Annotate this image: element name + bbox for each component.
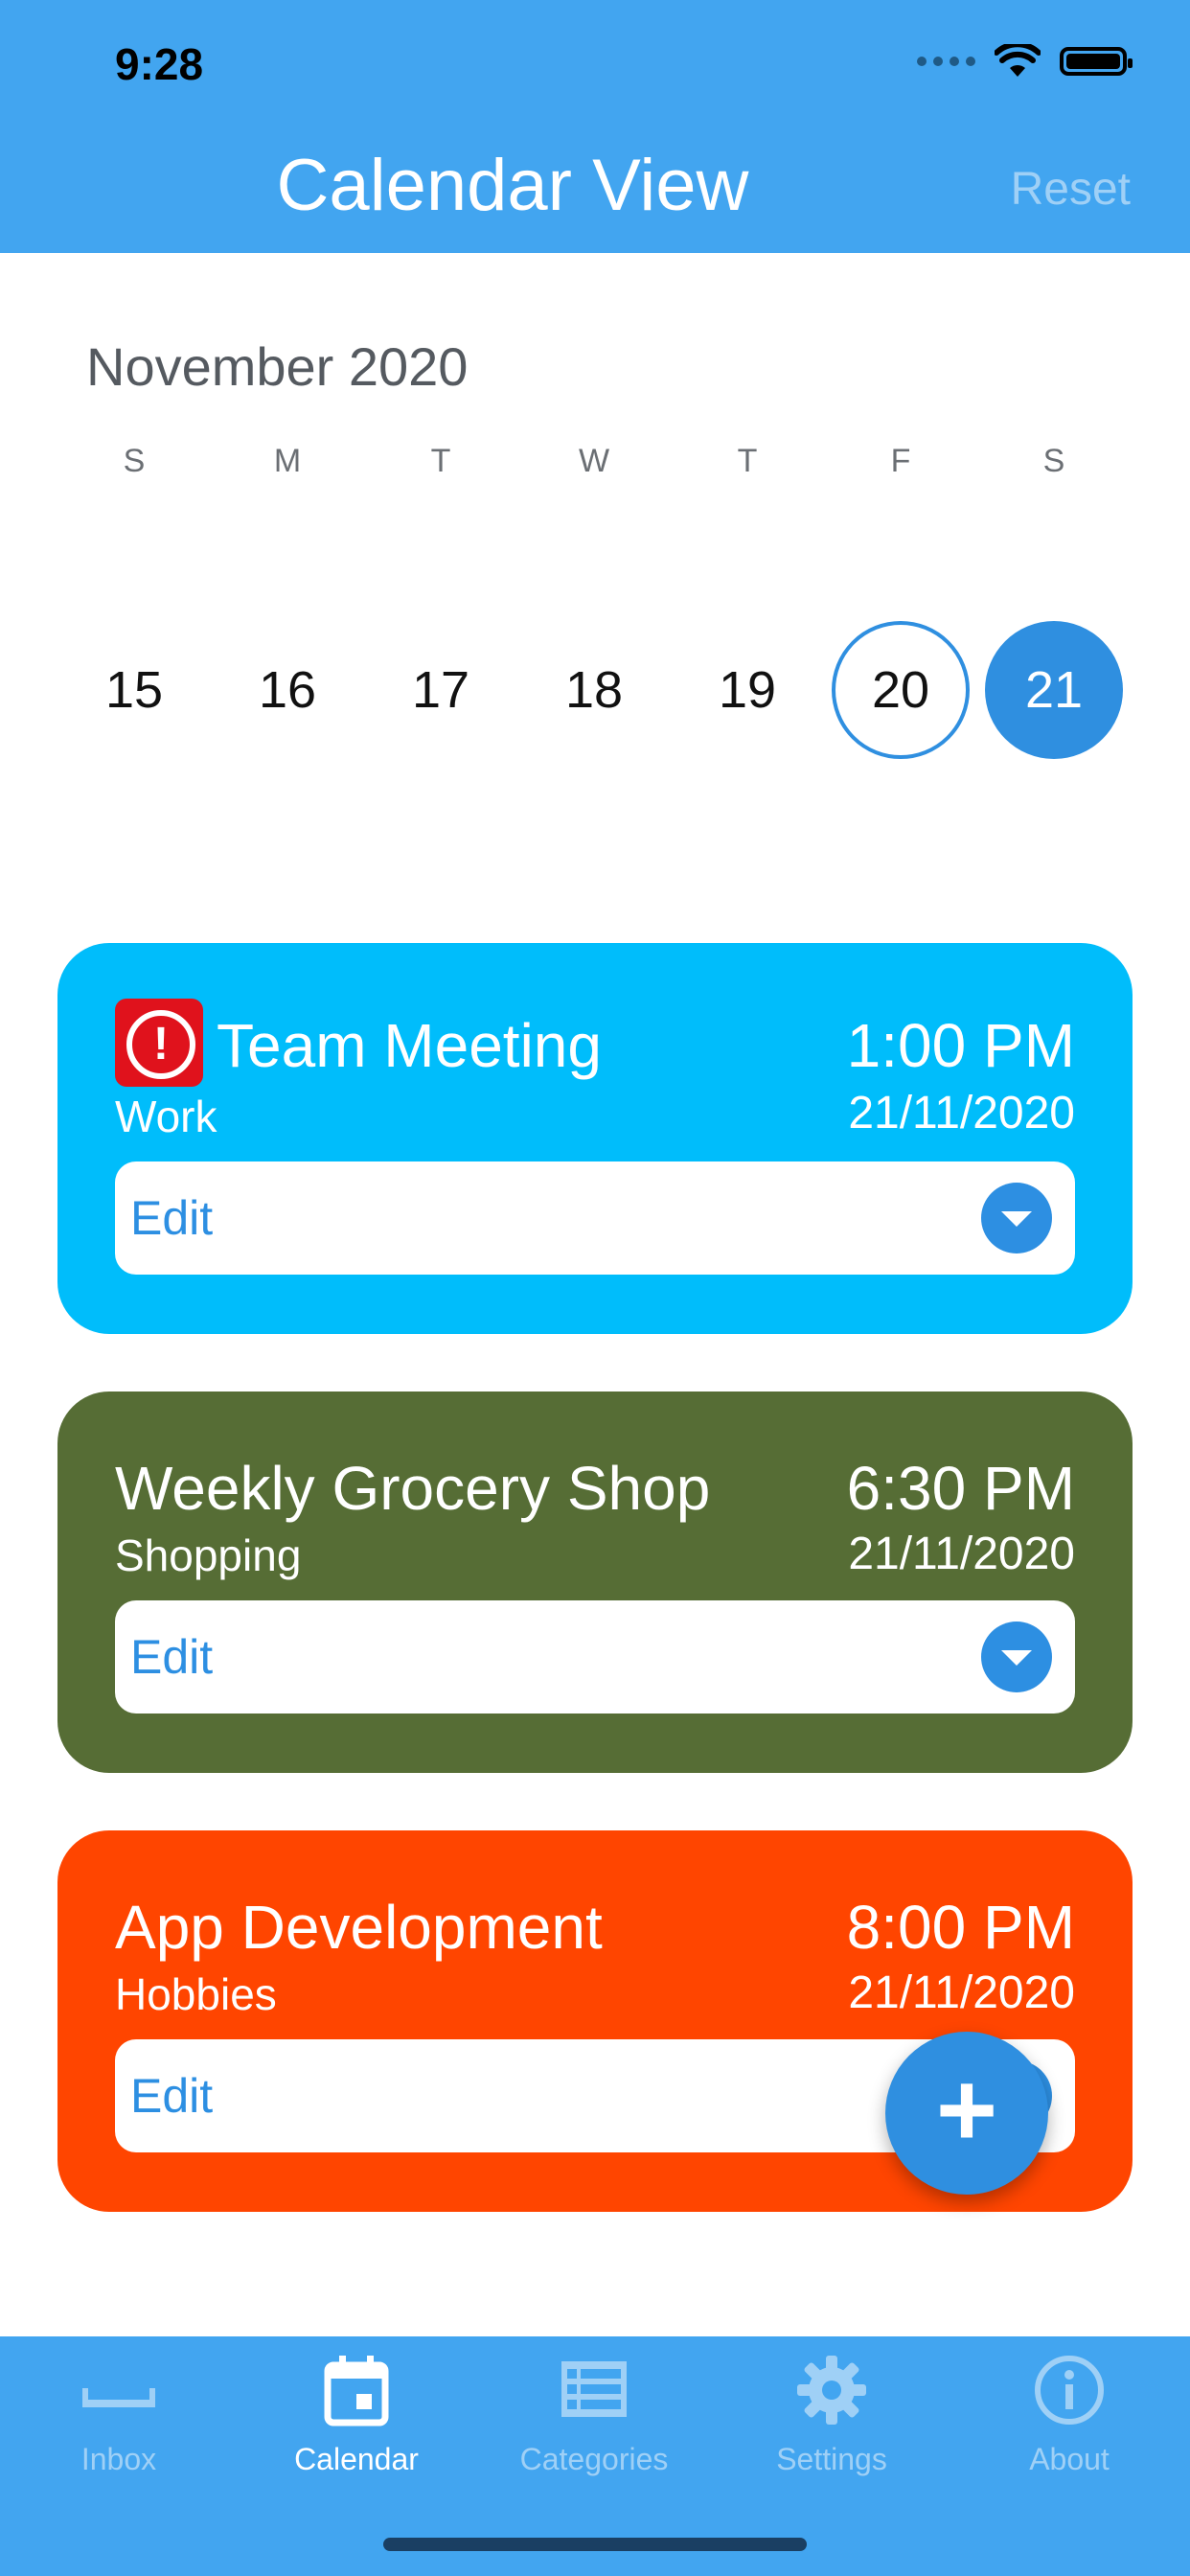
weekday-label: M	[273, 443, 302, 479]
day-cell[interactable]: 18	[517, 621, 671, 759]
page-title: Calendar View	[276, 145, 749, 226]
edit-label: Edit	[130, 1630, 214, 1684]
weekday-label: S	[123, 443, 146, 479]
month-label: November 2020	[86, 336, 469, 397]
event-card[interactable]: ! Team Meeting Work 1:00 PM 21/11/2020 E…	[57, 943, 1133, 1334]
weekday-label: T	[737, 443, 758, 479]
signal-icon	[917, 57, 975, 66]
edit-bar[interactable]: Edit	[115, 1600, 1075, 1714]
weekday-label: T	[430, 443, 451, 479]
status-time: 9:28	[115, 39, 204, 89]
event-date: 21/11/2020	[848, 1967, 1075, 2018]
week-days-row: 15 16 17 18 19 20 21	[57, 621, 1131, 759]
day-cell[interactable]: 16	[211, 621, 364, 759]
day-cell-selected[interactable]: 21	[977, 621, 1131, 759]
event-date: 21/11/2020	[848, 1088, 1075, 1138]
navigation-header: 9:28 Calendar View Reset	[0, 0, 1190, 253]
info-icon	[1035, 2356, 1104, 2425]
list-icon	[561, 2361, 627, 2417]
tab-label: Settings	[776, 2442, 887, 2476]
reset-button[interactable]: Reset	[1011, 163, 1131, 216]
event-title: Weekly Grocery Shop	[115, 1454, 711, 1523]
edit-label: Edit	[130, 1191, 214, 1245]
event-date: 21/11/2020	[848, 1529, 1075, 1579]
tab-label: About	[1029, 2442, 1110, 2476]
gear-icon	[797, 2356, 866, 2425]
tab-label: Inbox	[80, 2442, 157, 2476]
event-category: Shopping	[115, 1530, 302, 1580]
tab-inbox[interactable]: Inbox	[0, 2336, 238, 2509]
status-icons	[917, 44, 1133, 79]
event-time: 8:00 PM	[846, 1893, 1075, 1962]
add-event-button[interactable]: +	[885, 2032, 1048, 2195]
chevron-down-icon[interactable]	[981, 1622, 1052, 1692]
calendar-icon	[324, 2356, 389, 2426]
day-cell[interactable]: 15	[57, 621, 211, 759]
weekday-label: W	[578, 443, 610, 479]
event-title: App Development	[115, 1893, 603, 1962]
exclamation-icon: !	[115, 999, 203, 1087]
weekday-label: F	[890, 443, 911, 479]
day-cell[interactable]: 17	[364, 621, 517, 759]
tab-about[interactable]: About	[950, 2336, 1188, 2509]
event-card[interactable]: Weekly Grocery Shop Shopping 6:30 PM 21/…	[57, 1392, 1133, 1773]
battery-icon	[1060, 47, 1133, 76]
edit-bar[interactable]: Edit	[115, 1162, 1075, 1275]
wifi-icon	[995, 44, 1041, 77]
weekday-header: S M T W T F S	[57, 443, 1131, 480]
event-time: 6:30 PM	[846, 1454, 1075, 1523]
weekday-label: S	[1042, 443, 1065, 479]
tab-calendar[interactable]: Calendar	[238, 2336, 475, 2509]
edit-label: Edit	[130, 2069, 214, 2123]
inbox-icon	[82, 2388, 155, 2407]
day-cell[interactable]: 19	[671, 621, 824, 759]
tab-label: Calendar	[294, 2442, 419, 2476]
event-title: Team Meeting	[217, 1011, 602, 1080]
day-cell-today[interactable]: 20	[824, 621, 977, 759]
event-category: Work	[115, 1092, 217, 1141]
home-indicator	[383, 2538, 807, 2551]
tab-categories[interactable]: Categories	[475, 2336, 713, 2509]
tab-label: Categories	[519, 2442, 669, 2476]
event-category: Hobbies	[115, 1969, 277, 2019]
chevron-down-icon[interactable]	[981, 1183, 1052, 1254]
tab-settings[interactable]: Settings	[713, 2336, 950, 2509]
event-time: 1:00 PM	[846, 1011, 1075, 1080]
